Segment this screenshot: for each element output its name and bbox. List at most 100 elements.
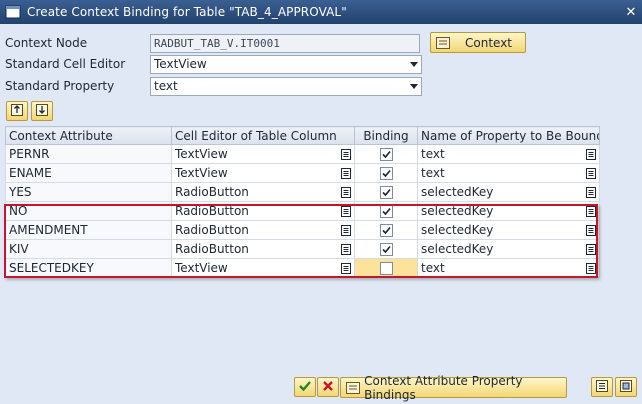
value-help-icon[interactable] [341, 205, 351, 217]
binding-checkbox[interactable] [379, 262, 393, 275]
column-header-cell-editor[interactable]: Cell Editor of Table Column [171, 126, 355, 145]
close-icon[interactable]: ✕ [622, 3, 640, 21]
context-node-field[interactable]: RADBUT_TAB_V.IT0001 [150, 33, 420, 53]
cell-editor-cell[interactable]: RadioButton [171, 182, 355, 202]
binding-checkbox[interactable] [379, 243, 393, 256]
value-help-icon[interactable] [586, 205, 596, 217]
value-help-icon[interactable] [341, 224, 351, 236]
standard-property-value: text [154, 79, 178, 93]
context-attribute-cell: ENAME [5, 163, 172, 183]
context-icon [435, 35, 451, 51]
list-icon [595, 379, 609, 396]
chevron-down-icon[interactable] [410, 61, 418, 67]
property-cell[interactable]: text [417, 144, 600, 164]
property-cell[interactable]: selectedKey [417, 220, 600, 240]
context-attribute-cell: NO [5, 201, 172, 221]
context-node-row: Context Node RADBUT_TAB_V.IT0001 [5, 33, 420, 53]
context-attribute-cell: AMENDMENT [5, 220, 172, 240]
table-row: AMENDMENT RadioButton selectedKey [5, 220, 600, 240]
property-value: selectedKey [421, 223, 494, 237]
chevron-down-icon[interactable] [410, 83, 418, 89]
confirm-button[interactable] [294, 377, 316, 397]
property-cell[interactable]: selectedKey [417, 182, 600, 202]
column-header-binding[interactable]: Binding [354, 126, 418, 145]
value-help-icon[interactable] [586, 224, 596, 236]
table-row: SELECTEDKEY TextView text [5, 258, 600, 278]
cancel-icon [321, 379, 335, 396]
binding-checkbox[interactable] [379, 148, 393, 161]
column-header-property[interactable]: Name of Property to Be Bound [417, 126, 600, 145]
binding-cell [354, 258, 418, 278]
delete-row-icon [35, 103, 49, 120]
binding-cell [354, 163, 418, 183]
title-bar: Create Context Binding for Table "TAB_4_… [0, 0, 642, 24]
table-row: PERNR TextView text [5, 144, 600, 164]
context-button-label: Context [465, 35, 513, 50]
property-value: selectedKey [421, 204, 494, 218]
value-help-icon[interactable] [341, 167, 351, 179]
context-node-label: Context Node [5, 36, 88, 50]
context-button[interactable]: Context [430, 32, 526, 53]
value-help-icon[interactable] [586, 148, 596, 160]
insert-row-button[interactable] [6, 101, 28, 121]
cell-editor-cell[interactable]: RadioButton [171, 201, 355, 221]
cell-editor-value: RadioButton [175, 204, 249, 218]
value-help-icon[interactable] [341, 186, 351, 198]
binding-cell [354, 201, 418, 221]
cell-editor-value: RadioButton [175, 185, 249, 199]
check-icon [298, 379, 312, 396]
binding-cell [354, 220, 418, 240]
context-attribute-cell: PERNR [5, 144, 172, 164]
cell-editor-select[interactable]: TextView [150, 54, 422, 74]
cell-editor-value: RadioButton [175, 223, 249, 237]
value-help-icon[interactable] [586, 186, 596, 198]
binding-cell [354, 239, 418, 259]
context-attribute-cell: SELECTEDKEY [5, 258, 172, 278]
cancel-button[interactable] [317, 377, 339, 397]
value-help-icon[interactable] [586, 167, 596, 179]
binding-checkbox[interactable] [379, 186, 393, 199]
export-button[interactable] [615, 377, 637, 397]
footer-toolbar: Context Attribute Property Bindings [0, 372, 642, 404]
value-help-icon[interactable] [341, 262, 351, 274]
value-help-icon[interactable] [341, 148, 351, 160]
binding-cell [354, 182, 418, 202]
value-help-icon[interactable] [586, 243, 596, 255]
table-row: NO RadioButton selectedKey [5, 201, 600, 221]
property-value: selectedKey [421, 242, 494, 256]
binding-checkbox[interactable] [379, 167, 393, 180]
cell-editor-cell[interactable]: TextView [171, 258, 355, 278]
standard-property-label: Standard Property [5, 79, 115, 93]
property-value: text [421, 147, 445, 161]
cell-editor-value: RadioButton [175, 242, 249, 256]
cell-editor-cell[interactable]: RadioButton [171, 239, 355, 259]
column-header-context-attribute[interactable]: Context Attribute [5, 126, 172, 145]
property-value: text [421, 261, 445, 275]
value-help-icon[interactable] [586, 262, 596, 274]
property-value: text [421, 166, 445, 180]
table-row: KIV RadioButton selectedKey [5, 239, 600, 259]
standard-property-select[interactable]: text [150, 76, 422, 96]
property-cell[interactable]: text [417, 258, 600, 278]
property-cell[interactable]: selectedKey [417, 201, 600, 221]
context-attribute-bindings-button[interactable]: Context Attribute Property Bindings [340, 374, 567, 402]
cell-editor-label: Standard Cell Editor [5, 57, 126, 71]
binding-checkbox[interactable] [379, 224, 393, 237]
delete-row-button[interactable] [31, 101, 53, 121]
cell-editor-cell[interactable]: TextView [171, 144, 355, 164]
display-list-button[interactable] [591, 377, 613, 397]
binding-table: Context Attribute Cell Editor of Table C… [5, 126, 600, 278]
property-cell[interactable]: text [417, 163, 600, 183]
cell-editor-cell[interactable]: TextView [171, 163, 355, 183]
table-row: YES RadioButton selectedKey [5, 182, 600, 202]
context-node-value: RADBUT_TAB_V.IT0001 [154, 36, 280, 50]
insert-row-icon [10, 103, 24, 120]
cell-editor-cell[interactable]: RadioButton [171, 220, 355, 240]
property-cell[interactable]: selectedKey [417, 239, 600, 259]
dialog-body: Context Node RADBUT_TAB_V.IT0001 Context… [0, 24, 642, 404]
cell-editor-row: Standard Cell Editor TextView [5, 54, 422, 74]
sap-window-icon [5, 4, 21, 20]
binding-checkbox[interactable] [379, 205, 393, 218]
cell-editor-value: TextView [175, 147, 228, 161]
value-help-icon[interactable] [341, 243, 351, 255]
